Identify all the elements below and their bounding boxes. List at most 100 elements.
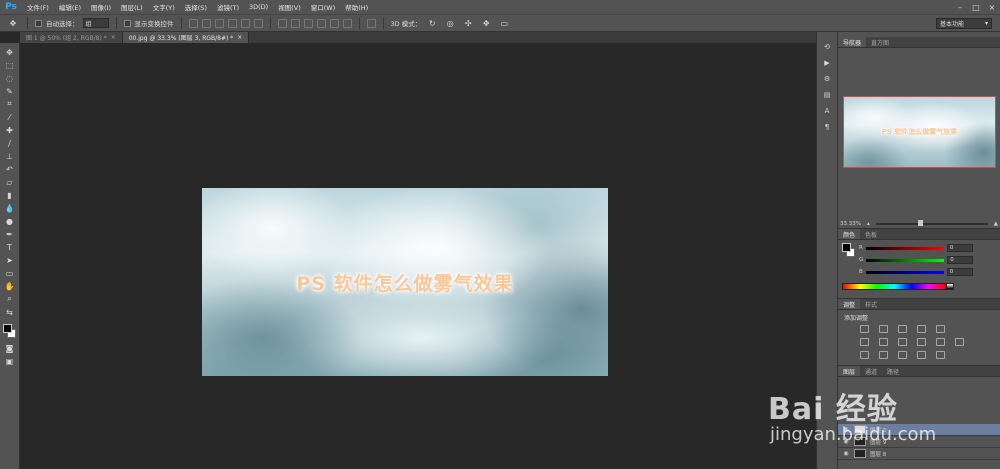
foreground-color[interactable] — [842, 243, 851, 252]
blue-slider[interactable] — [865, 270, 944, 274]
menu-3d[interactable]: 3D(D) — [244, 3, 273, 11]
black-white-ramp[interactable] — [946, 283, 954, 290]
tab-color[interactable]: 颜色 — [838, 229, 861, 239]
red-value-field[interactable]: 0 — [946, 244, 973, 252]
eraser-tool-icon[interactable]: ▱ — [3, 177, 17, 187]
tab-adjustments[interactable]: 调整 — [838, 299, 861, 309]
zoom-value[interactable]: 33.33% — [840, 221, 861, 227]
tab-document-2[interactable]: 00.jpg @ 33.3% (图层 3, RGB/8#) * × — [122, 32, 250, 43]
selective-color-icon[interactable] — [917, 351, 926, 359]
tab-layers[interactable]: 图层 — [838, 366, 861, 376]
character-panel-icon[interactable]: A — [820, 106, 834, 116]
history-brush-tool-icon[interactable]: ↶ — [3, 164, 17, 174]
align-middle-icon[interactable] — [201, 18, 211, 28]
marquee-tool-icon[interactable]: ⬚ — [3, 60, 17, 70]
auto-select-checkbox[interactable] — [35, 19, 42, 27]
menu-type[interactable]: 文字(Y) — [148, 2, 180, 12]
paragraph-panel-icon[interactable]: ¶ — [820, 122, 834, 132]
align-left-icon[interactable] — [227, 18, 237, 28]
align-bottom-icon[interactable] — [214, 18, 224, 28]
distribute-left-icon[interactable] — [316, 18, 326, 28]
zoom-slider-knob[interactable] — [918, 220, 924, 226]
invert-icon[interactable] — [860, 351, 869, 359]
screen-mode-icon[interactable]: ▣ — [3, 356, 17, 366]
zoom-in-icon[interactable]: ▲ — [994, 221, 998, 227]
move-tool-preset-icon[interactable]: ✥ — [6, 18, 20, 28]
layer-row[interactable]: ◉ 图层 8 — [838, 448, 1000, 460]
levels-icon[interactable] — [879, 325, 888, 333]
navigator-preview[interactable]: PS 软件怎么做雾气效果 — [843, 96, 996, 168]
zoom-tool-icon[interactable]: ⌕ — [3, 294, 17, 304]
auto-align-icon[interactable] — [366, 18, 376, 28]
brightness-contrast-icon[interactable] — [860, 325, 869, 333]
pen-tool-icon[interactable]: ✒ — [3, 229, 17, 239]
menu-filter[interactable]: 滤镜(T) — [212, 2, 244, 12]
blue-value-field[interactable]: 0 — [946, 268, 973, 276]
close-tab-icon[interactable]: × — [237, 34, 242, 41]
path-select-tool-icon[interactable]: ➤ — [3, 255, 17, 265]
green-slider[interactable] — [866, 258, 945, 262]
history-panel-icon[interactable]: ⟲ — [820, 42, 834, 52]
brush-tool-icon[interactable]: ∕ — [3, 138, 17, 148]
menu-help[interactable]: 帮助(H) — [340, 2, 373, 12]
vibrance-icon[interactable] — [936, 325, 945, 333]
move-tool-icon[interactable]: ✥ — [3, 47, 17, 57]
tab-paths[interactable]: 路径 — [882, 366, 904, 376]
lasso-tool-icon[interactable]: ◌ — [3, 73, 17, 83]
foreground-color[interactable] — [2, 324, 12, 333]
blur-tool-icon[interactable]: 💧 — [3, 203, 17, 213]
tab-swatches[interactable]: 色板 — [860, 229, 882, 239]
threshold-icon[interactable] — [898, 351, 907, 359]
black-white-icon[interactable] — [898, 338, 907, 346]
menu-edit[interactable]: 编辑(E) — [54, 2, 86, 12]
quick-mask-icon[interactable]: ◙ — [3, 343, 17, 353]
visibility-eye-icon[interactable]: ◉ — [842, 450, 850, 458]
maximize-button[interactable]: □ — [968, 0, 984, 14]
zoom-out-icon[interactable]: ▴ — [867, 221, 870, 227]
visibility-eye-icon[interactable]: ◉ — [842, 438, 850, 446]
distribute-right-icon[interactable] — [342, 18, 352, 28]
shape-tool-icon[interactable]: ▭ — [3, 268, 17, 278]
distribute-bottom-icon[interactable] — [303, 18, 313, 28]
color-swatches[interactable] — [2, 324, 17, 340]
workspace-switcher[interactable]: 基本功能 ▾ — [936, 17, 992, 29]
show-transform-checkbox[interactable] — [123, 19, 131, 27]
gradient-map-icon[interactable] — [936, 351, 945, 359]
minimize-button[interactable]: – — [952, 0, 968, 14]
gradient-tool-icon[interactable]: ▮ — [3, 190, 17, 200]
brush-preset-panel-icon[interactable]: ⚙ — [820, 74, 834, 84]
tab-document-1[interactable]: 图 1 @ 50% (组 2, RGB/8) * × — [20, 32, 123, 43]
menu-window[interactable]: 窗口(W) — [306, 2, 341, 12]
close-tab-icon[interactable]: × — [111, 34, 116, 41]
close-button[interactable]: × — [984, 0, 1000, 14]
tab-navigator[interactable]: 导航器 — [838, 37, 867, 47]
menu-select[interactable]: 选择(S) — [180, 2, 212, 12]
type-tool-icon[interactable]: T — [3, 242, 17, 252]
hand-tool-icon[interactable]: ✋ — [3, 281, 17, 291]
distribute-middle-icon[interactable] — [290, 18, 300, 28]
dodge-tool-icon[interactable]: ● — [3, 216, 17, 226]
channel-mixer-icon[interactable] — [936, 338, 945, 346]
menu-image[interactable]: 图像(I) — [86, 2, 116, 12]
3d-roll-icon[interactable]: ◎ — [443, 18, 457, 28]
3d-slide-icon[interactable]: ✥ — [479, 18, 493, 28]
align-top-icon[interactable] — [188, 18, 198, 28]
tab-styles[interactable]: 样式 — [860, 299, 882, 309]
menu-file[interactable]: 文件(F) — [22, 2, 54, 12]
green-value-field[interactable]: 0 — [947, 256, 974, 264]
clone-source-panel-icon[interactable]: ▤ — [820, 90, 834, 100]
color-spectrum[interactable] — [842, 283, 946, 290]
distribute-top-icon[interactable] — [277, 18, 287, 28]
hue-saturation-icon[interactable] — [860, 338, 869, 346]
zoom-slider[interactable] — [875, 220, 988, 226]
quick-select-tool-icon[interactable]: ✎ — [3, 86, 17, 96]
menu-view[interactable]: 视图(V) — [273, 2, 306, 12]
auto-select-dropdown[interactable]: 组 — [82, 18, 109, 28]
3d-scale-icon[interactable]: ▭ — [497, 18, 511, 28]
red-slider[interactable] — [865, 246, 944, 250]
exposure-icon[interactable] — [917, 325, 926, 333]
color-lookup-icon[interactable] — [955, 338, 964, 346]
visibility-eye-icon[interactable]: ◉ — [842, 426, 850, 434]
3d-pan-icon[interactable]: ✣ — [461, 18, 475, 28]
distribute-center-icon[interactable] — [329, 18, 339, 28]
